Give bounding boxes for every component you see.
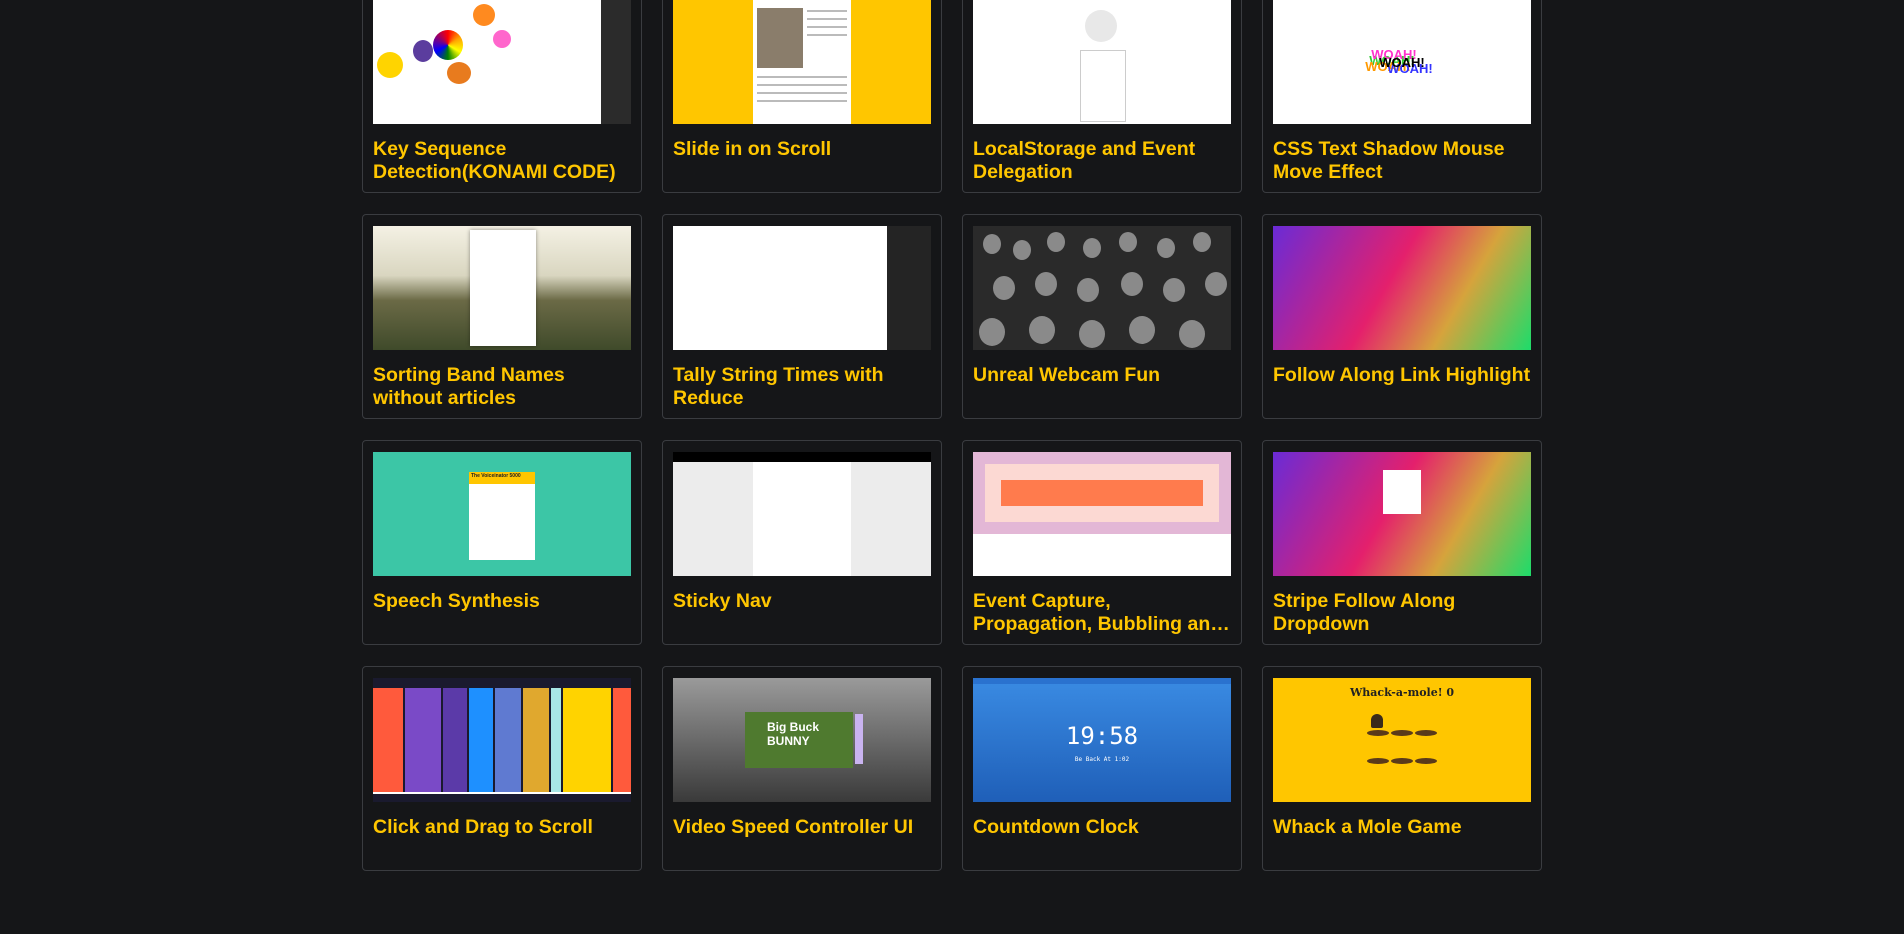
project-title[interactable]: Key Sequence Detection(KONAMI CODE) <box>373 138 631 184</box>
project-card-whack-a-mole[interactable]: Whack-a-mole! 0 Whack a Mole Game <box>1262 666 1542 871</box>
project-thumbnail: The Voiceinator 5000 <box>373 452 631 576</box>
project-title[interactable]: Unreal Webcam Fun <box>973 364 1231 387</box>
whack-a-mole-heading: Whack-a-mole! 0 <box>1349 686 1455 699</box>
project-card-localstorage[interactable]: LocalStorage and Event Delegation <box>962 0 1242 193</box>
project-title[interactable]: Event Capture, Propagation, Bubbling and… <box>973 590 1231 636</box>
project-thumbnail <box>973 0 1231 124</box>
project-thumbnail: WOAH! <box>1273 0 1531 124</box>
project-thumbnail <box>673 226 931 350</box>
project-title[interactable]: LocalStorage and Event Delegation <box>973 138 1231 184</box>
project-grid: Key Sequence Detection(KONAMI CODE) Slid… <box>362 0 1542 871</box>
project-card-unreal-webcam[interactable]: Unreal Webcam Fun <box>962 214 1242 419</box>
project-thumbnail <box>673 0 931 124</box>
project-thumbnail: Whack-a-mole! 0 <box>1273 678 1531 802</box>
project-card-follow-along-link[interactable]: Follow Along Link Highlight <box>1262 214 1542 419</box>
project-card-slide-in-on-scroll[interactable]: Slide in on Scroll <box>662 0 942 193</box>
voiceinator-label: The Voiceinator 5000 <box>471 473 521 479</box>
project-thumbnail: 19:58 Be Back At 1:02 <box>973 678 1231 802</box>
project-card-tally-string-times[interactable]: Tally String Times with Reduce <box>662 214 942 419</box>
project-title[interactable]: Countdown Clock <box>973 816 1231 839</box>
countdown-back-at: Be Back At 1:02 <box>1074 756 1130 763</box>
project-card-video-speed[interactable]: Big Buck BUNNY Video Speed Controller UI <box>662 666 942 871</box>
project-thumbnail <box>673 452 931 576</box>
project-title[interactable]: Follow Along Link Highlight <box>1273 364 1531 387</box>
project-title[interactable]: Video Speed Controller UI <box>673 816 931 839</box>
project-title[interactable]: CSS Text Shadow Mouse Move Effect <box>1273 138 1531 184</box>
project-title[interactable]: Speech Synthesis <box>373 590 631 613</box>
project-title[interactable]: Tally String Times with Reduce <box>673 364 931 410</box>
project-thumbnail <box>1273 226 1531 350</box>
project-thumbnail <box>373 0 631 124</box>
project-thumbnail <box>973 452 1231 576</box>
project-thumbnail <box>1273 452 1531 576</box>
countdown-time: 19:58 <box>1065 722 1139 750</box>
woah-text: WOAH! <box>1379 54 1425 70</box>
project-card-click-drag-scroll[interactable]: Click and Drag to Scroll <box>362 666 642 871</box>
project-card-countdown-clock[interactable]: 19:58 Be Back At 1:02 Countdown Clock <box>962 666 1242 871</box>
project-card-sorting-band-names[interactable]: Sorting Band Names without articles <box>362 214 642 419</box>
project-thumbnail <box>373 226 631 350</box>
project-title[interactable]: Stripe Follow Along Dropdown <box>1273 590 1531 636</box>
project-card-konami[interactable]: Key Sequence Detection(KONAMI CODE) <box>362 0 642 193</box>
project-card-stripe-dropdown[interactable]: Stripe Follow Along Dropdown <box>1262 440 1542 645</box>
project-card-sticky-nav[interactable]: Sticky Nav <box>662 440 942 645</box>
project-title[interactable]: Sorting Band Names without articles <box>373 364 631 410</box>
project-title[interactable]: Slide in on Scroll <box>673 138 931 161</box>
project-title[interactable]: Sticky Nav <box>673 590 931 613</box>
project-card-event-capture[interactable]: Event Capture, Propagation, Bubbling and… <box>962 440 1242 645</box>
project-card-speech-synthesis[interactable]: The Voiceinator 5000 Speech Synthesis <box>362 440 642 645</box>
project-thumbnail: Big Buck BUNNY <box>673 678 931 802</box>
project-title[interactable]: Click and Drag to Scroll <box>373 816 631 839</box>
project-thumbnail <box>973 226 1231 350</box>
project-card-text-shadow[interactable]: WOAH! CSS Text Shadow Mouse Move Effect <box>1262 0 1542 193</box>
project-thumbnail <box>373 678 631 802</box>
video-title: Big Buck BUNNY <box>767 720 820 748</box>
project-title[interactable]: Whack a Mole Game <box>1273 816 1531 839</box>
